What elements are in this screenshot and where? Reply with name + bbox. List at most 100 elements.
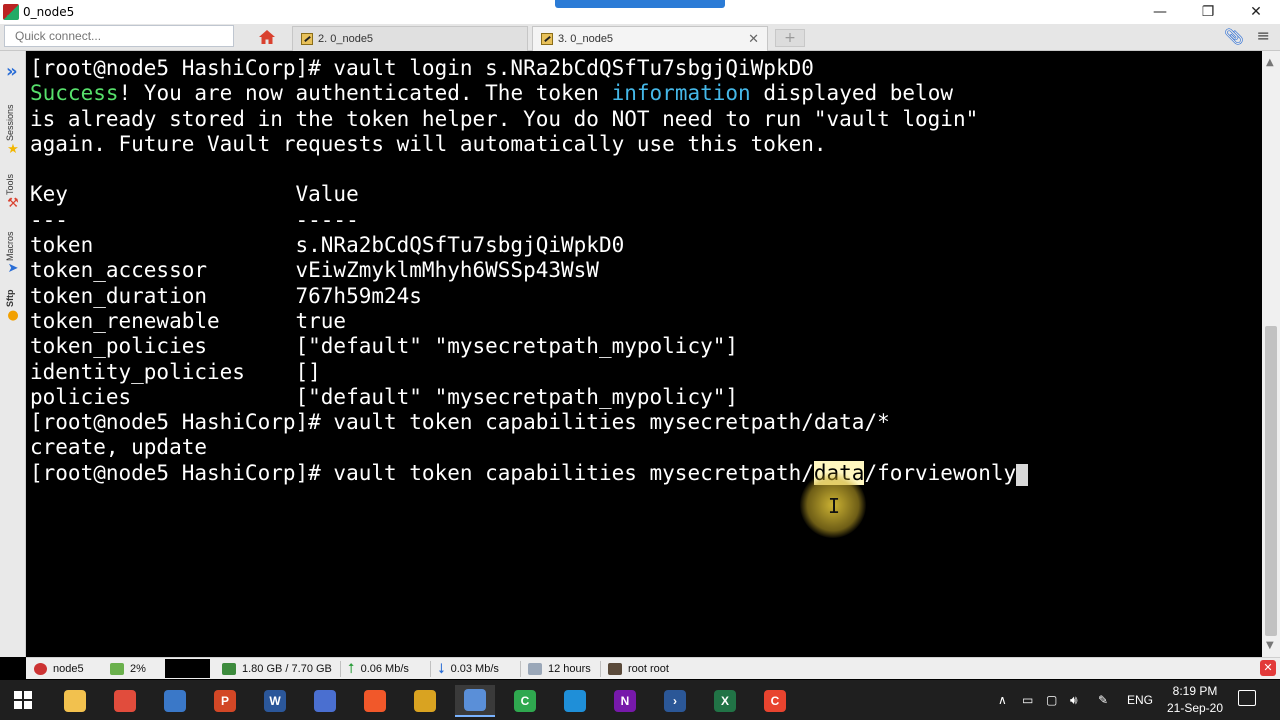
- tab-label: 3. 0_node5: [558, 33, 614, 45]
- taskbar-app-chrome[interactable]: [105, 685, 145, 717]
- terminal-text: is already stored in the token helper. Y…: [30, 106, 979, 131]
- terminal-text: token_renewable true: [30, 308, 347, 333]
- status-user-label: root root: [628, 662, 669, 675]
- status-memory-label: 1.80 GB / 7.70 GB: [242, 662, 332, 675]
- terminal-line: token_duration 767h59m24s: [30, 284, 1262, 309]
- status-close-icon[interactable]: ✕: [1260, 660, 1276, 676]
- quick-connect-input[interactable]: [4, 25, 234, 47]
- tab-session-2[interactable]: 2. 0_node5: [292, 26, 528, 51]
- cpu-icon: [110, 662, 124, 675]
- taskbar-clock[interactable]: 8:19 PM 21-Sep-20: [1150, 683, 1240, 717]
- taskbar-app-camtasia[interactable]: C: [505, 685, 545, 717]
- terminal-line: create, update: [30, 435, 1262, 460]
- tray-chevron-icon[interactable]: ∧: [998, 680, 1007, 720]
- sidebar-sessions[interactable]: Sessions: [5, 93, 21, 141]
- home-tab-button[interactable]: [256, 27, 278, 47]
- windows-taskbar: P W C N › X C ∧ ▭ ▢ 🔊︎ ✎ ENG 8:19 PM 21-Sep-20: [0, 680, 1280, 720]
- terminal-text: [root@node5 HashiCorp]# vault token capa…: [30, 410, 890, 435]
- macro-icon[interactable]: ➤: [6, 262, 20, 276]
- terminal-text: [root@node5 HashiCorp]# vault login s.NR…: [30, 56, 814, 80]
- menu-icon[interactable]: ≡: [1257, 26, 1270, 45]
- taskbar-app-powerpoint[interactable]: P: [205, 685, 245, 717]
- sidebar-sftp[interactable]: Sftp: [5, 283, 21, 308]
- terminal-text: token_duration 767h59m24s: [30, 283, 422, 308]
- notification-icon[interactable]: [1238, 690, 1256, 706]
- paperclip-icon[interactable]: 📎︎: [1224, 27, 1244, 46]
- tray-pen-icon[interactable]: ✎: [1098, 680, 1108, 720]
- taskbar-app-edge[interactable]: [555, 685, 595, 717]
- chrome-icon: [114, 690, 136, 712]
- close-button[interactable]: ✕: [1232, 0, 1280, 24]
- terminal-scrollbar[interactable]: ▲ ▼: [1262, 51, 1280, 657]
- window-title: 0_node5: [23, 5, 75, 19]
- windows-start-icon[interactable]: [14, 691, 32, 709]
- scroll-up-icon[interactable]: ▲: [1266, 57, 1274, 68]
- tray-volume-icon[interactable]: 🔊︎: [1070, 680, 1078, 720]
- tray-battery-icon[interactable]: ▭: [1022, 680, 1033, 720]
- terminal-text: policies ["default" "mysecretpath_mypoli…: [30, 384, 739, 409]
- taskbar-app-word[interactable]: W: [255, 685, 295, 717]
- status-cpu-label: 2%: [130, 662, 146, 675]
- terminal-tab-icon: [541, 33, 553, 45]
- terminal-line: token_renewable true: [30, 309, 1262, 334]
- excel-icon: X: [714, 690, 736, 712]
- status-session: node5: [34, 658, 84, 679]
- taskbar-app-vpn[interactable]: [405, 685, 445, 717]
- mobaxterm-icon: [464, 689, 486, 711]
- tools-icon[interactable]: ⚒: [6, 197, 20, 211]
- status-memory: 1.80 GB / 7.70 GB: [222, 658, 332, 679]
- cpu-graph: [165, 659, 210, 678]
- powerpoint-icon: P: [214, 690, 236, 712]
- edge-icon: [564, 690, 586, 712]
- sidebar-tools[interactable]: Tools: [5, 163, 21, 195]
- minimize-button[interactable]: —: [1136, 0, 1184, 24]
- taskbar-app-onenote[interactable]: N: [605, 685, 645, 717]
- taskbar-app-network[interactable]: [305, 685, 345, 717]
- star-icon[interactable]: ★: [6, 143, 20, 157]
- download-arrow-icon: ⭣: [438, 660, 445, 676]
- new-tab-button[interactable]: +: [775, 29, 805, 47]
- status-download-label: 0.03 Mb/s: [450, 662, 499, 675]
- terminal-line: --- -----: [30, 208, 1262, 233]
- status-uptime-label: 12 hours: [548, 662, 591, 675]
- terminal-line: Key Value: [30, 182, 1262, 207]
- taskbar-app-camtasia-recorder[interactable]: C: [755, 685, 795, 717]
- close-tab-icon[interactable]: ✕: [748, 31, 759, 47]
- powershell-icon: ›: [664, 690, 686, 712]
- left-sidebar: » Sessions ★ Tools ⚒ Macros ➤ Sftp ●: [0, 51, 26, 657]
- terminal-line: [root@node5 HashiCorp]# vault token capa…: [30, 460, 1262, 486]
- sidebar-macros[interactable]: Macros: [5, 219, 21, 261]
- taskbar-app-brave[interactable]: [355, 685, 395, 717]
- tab-bar: 2. 0_node5 3. 0_node5 ✕ + 📎︎ ≡: [0, 24, 1280, 51]
- tab-session-3-active[interactable]: 3. 0_node5 ✕: [532, 26, 768, 51]
- title-bar: 0_node5 — ❐ ✕: [0, 0, 1280, 24]
- taskbar-app-folder[interactable]: [55, 685, 95, 717]
- expand-sidebar-icon[interactable]: »: [6, 61, 18, 82]
- sftp-icon[interactable]: ●: [6, 309, 20, 323]
- scroll-thumb[interactable]: [1265, 326, 1277, 636]
- taskbar-app-powershell[interactable]: ›: [655, 685, 695, 717]
- terminal-line: token_policies ["default" "mysecretpath_…: [30, 334, 1262, 359]
- terminal-line: policies ["default" "mysecretpath_mypoli…: [30, 385, 1262, 410]
- terminal-text: information: [611, 81, 751, 106]
- taskbar-app-excel[interactable]: X: [705, 685, 745, 717]
- recording-indicator: [555, 0, 725, 8]
- status-download: ⭣ 0.03 Mb/s: [438, 658, 499, 679]
- terminal-text: Key Value: [30, 182, 359, 207]
- status-cpu: 2%: [110, 658, 146, 679]
- upload-arrow-icon: ⭡: [348, 660, 355, 676]
- user-icon: [608, 662, 622, 675]
- terminal-text: [root@node5 HashiCorp]# vault token capa…: [30, 460, 814, 485]
- scroll-down-icon[interactable]: ▼: [1266, 640, 1274, 651]
- terminal-output[interactable]: [root@node5 HashiCorp]# vault login s.NR…: [26, 51, 1262, 657]
- camtasia-icon: C: [514, 690, 536, 712]
- network-icon: [314, 690, 336, 712]
- memory-icon: [222, 662, 236, 675]
- taskbar-app-calculator[interactable]: [155, 685, 195, 717]
- terminal-line: token s.NRa2bCdQSfTu7sbgjQiWpkD0: [30, 233, 1262, 258]
- vpn-icon: [414, 690, 436, 712]
- maximize-button[interactable]: ❐: [1184, 0, 1232, 24]
- taskbar-app-mobaxterm[interactable]: [455, 685, 495, 717]
- tray-network-icon[interactable]: ▢: [1046, 680, 1057, 720]
